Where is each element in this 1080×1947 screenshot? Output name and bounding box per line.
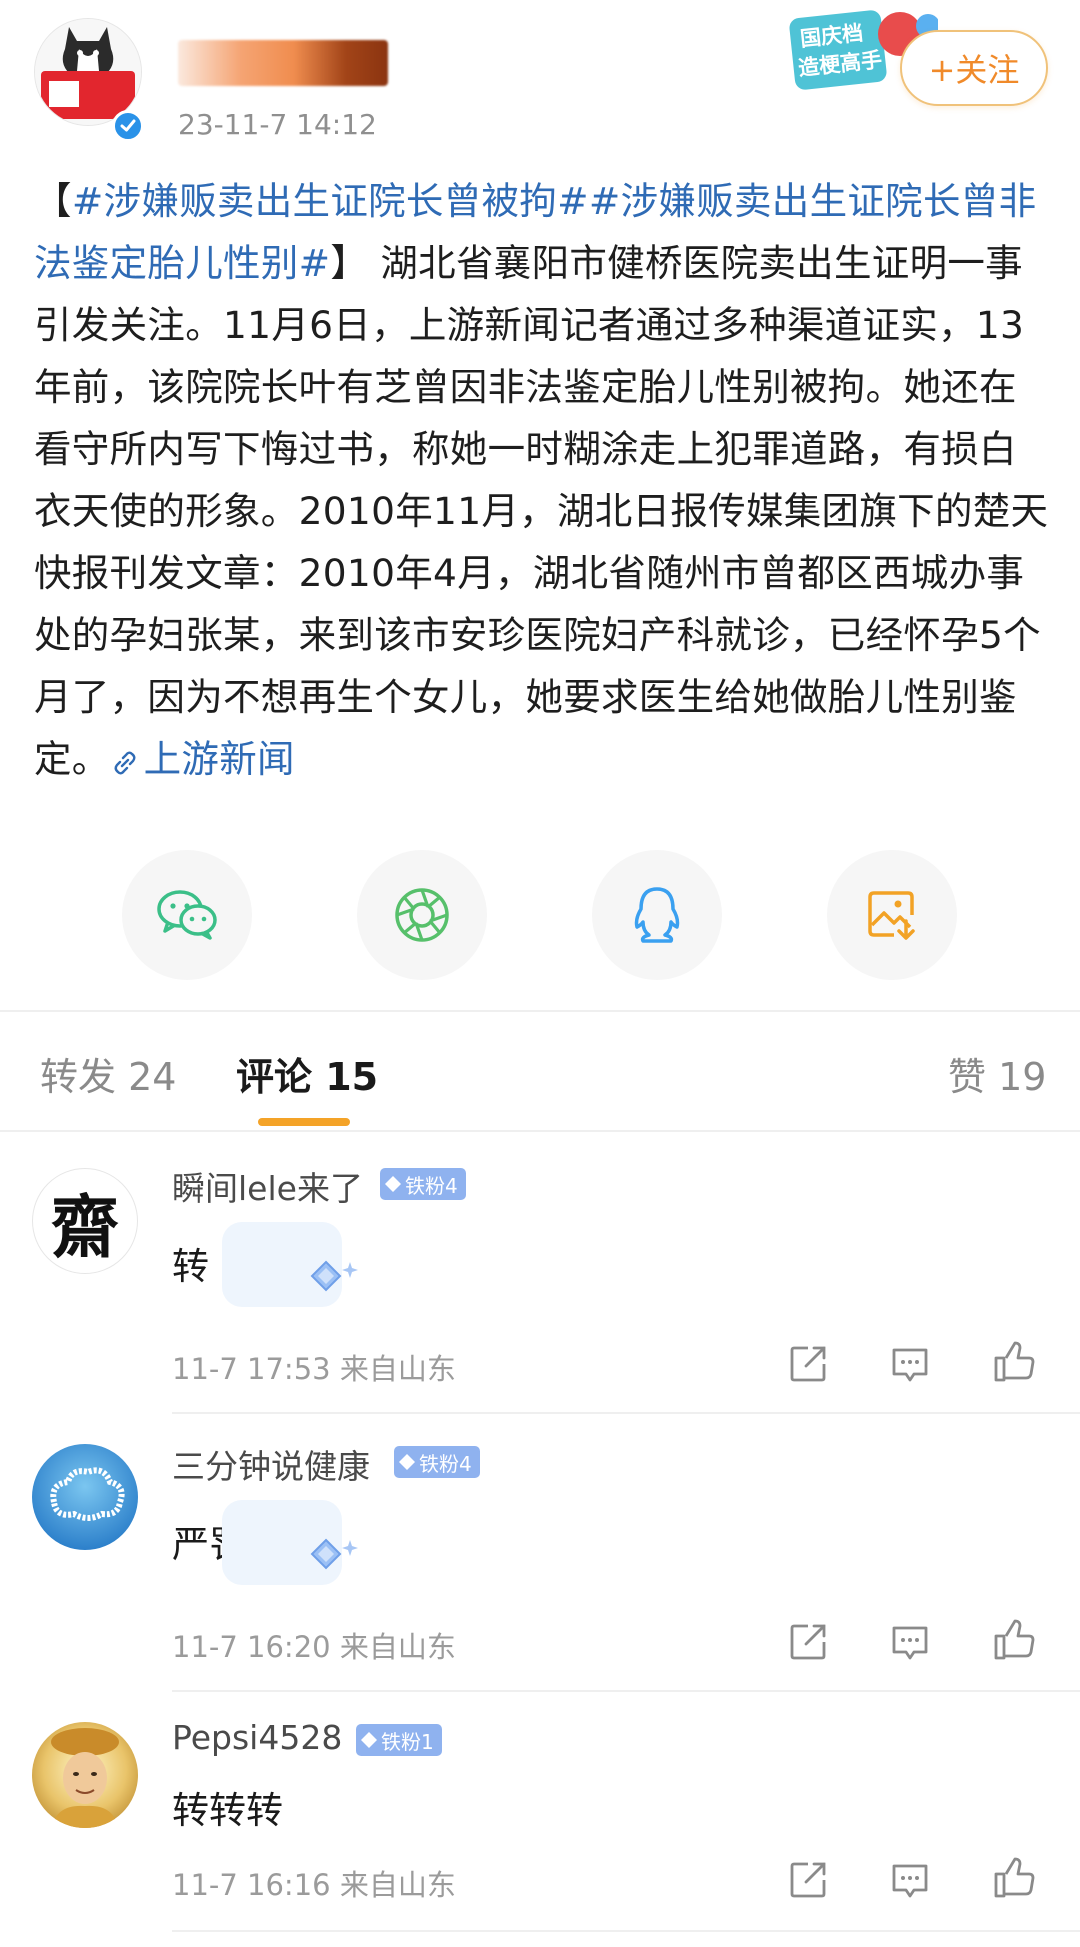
comment-meta: 11-7 16:20 来自山东 bbox=[172, 1624, 456, 1666]
share-moments-button[interactable] bbox=[357, 850, 487, 980]
source-link-label: 上游新闻 bbox=[143, 737, 295, 781]
tab-comments[interactable]: 评论 15 bbox=[236, 1046, 378, 1101]
fan-sticker-decoration bbox=[222, 1222, 372, 1312]
reply-comment-button[interactable] bbox=[888, 1620, 932, 1664]
repost-comment-button[interactable] bbox=[786, 1342, 830, 1386]
post-text: 湖北省襄阳市健桥医院卖出生证明一事引发关注。11月6日，上游新闻记者通过多种渠道… bbox=[34, 241, 1049, 781]
post-content: 【#涉嫌贩卖出生证院长曾被拘##涉嫌贩卖出生证院长曾非法鉴定胎儿性别#】 湖北省… bbox=[34, 170, 1054, 790]
comment-time: 11-7 16:20 bbox=[172, 1630, 331, 1664]
fan-sticker-decoration bbox=[222, 1500, 372, 1590]
qq-icon bbox=[634, 887, 680, 943]
author-name-redacted[interactable] bbox=[178, 40, 388, 86]
avatar-calligraphy: 齋 bbox=[50, 1187, 119, 1268]
topic-link-1[interactable]: #涉嫌贩卖出生证院长曾被拘# bbox=[72, 179, 589, 223]
comment-time: 11-7 16:16 bbox=[172, 1868, 331, 1902]
comment-icon bbox=[892, 1864, 928, 1898]
comment-location: 来自山东 bbox=[339, 1352, 456, 1386]
like-comment-button[interactable] bbox=[992, 1340, 1036, 1384]
post-time: 23-11-7 14:12 bbox=[178, 108, 377, 141]
fan-badge: 铁粉4 bbox=[380, 1168, 466, 1200]
comment-time: 11-7 17:53 bbox=[172, 1352, 331, 1386]
share-wechat-button[interactable] bbox=[122, 850, 252, 980]
source-link[interactable]: 上游新闻 bbox=[110, 737, 295, 781]
divider bbox=[0, 1010, 1080, 1012]
like-comment-button[interactable] bbox=[992, 1618, 1036, 1662]
repost-comment-button[interactable] bbox=[786, 1620, 830, 1664]
diamond-icon bbox=[399, 1454, 415, 1470]
comment-avatar[interactable] bbox=[32, 1722, 138, 1828]
diamond-icon bbox=[361, 1732, 377, 1748]
comment-meta: 11-7 17:53 来自山东 bbox=[172, 1346, 456, 1388]
divider bbox=[0, 1130, 1080, 1132]
tab-likes[interactable]: 赞 19 bbox=[948, 1046, 1046, 1101]
fan-badge-label: 铁粉1 bbox=[381, 1729, 434, 1754]
tab-indicator bbox=[258, 1118, 350, 1126]
thumbs-up-icon bbox=[994, 1619, 1035, 1660]
comment-icon bbox=[892, 1348, 928, 1382]
share-qq-button[interactable] bbox=[592, 850, 722, 980]
bracket-open: 【 bbox=[34, 179, 72, 223]
save-image-icon bbox=[868, 891, 915, 940]
comment-location: 来自山东 bbox=[339, 1868, 456, 1902]
divider bbox=[172, 1930, 1080, 1932]
comment-text: 转转转 bbox=[172, 1789, 283, 1832]
diamond-icon bbox=[385, 1176, 401, 1192]
comment-icon bbox=[892, 1626, 928, 1660]
comment-username[interactable]: 三分钟说健康 bbox=[172, 1440, 370, 1488]
comment-avatar[interactable]: 齋 bbox=[32, 1168, 138, 1274]
reply-comment-button[interactable] bbox=[888, 1858, 932, 1902]
divider bbox=[172, 1412, 1080, 1414]
comment-username[interactable]: Pepsi4528 bbox=[172, 1718, 342, 1757]
reply-comment-button[interactable] bbox=[888, 1342, 932, 1386]
fan-badge-label: 铁粉4 bbox=[419, 1451, 472, 1476]
follow-button[interactable]: +关注 bbox=[900, 30, 1048, 106]
comment-text: 转 bbox=[172, 1245, 209, 1288]
save-image-button[interactable] bbox=[827, 850, 957, 980]
verified-icon bbox=[112, 110, 144, 142]
link-icon bbox=[114, 751, 136, 775]
like-comment-button[interactable] bbox=[992, 1856, 1036, 1900]
thumbs-up-icon bbox=[994, 1341, 1035, 1382]
thumbs-up-icon bbox=[994, 1857, 1035, 1898]
comment-location: 来自山东 bbox=[339, 1630, 456, 1664]
divider bbox=[172, 1690, 1080, 1692]
fan-badge-label: 铁粉4 bbox=[405, 1173, 458, 1198]
wechat-icon bbox=[157, 890, 217, 940]
tab-reposts[interactable]: 转发 24 bbox=[40, 1046, 176, 1101]
comment-meta: 11-7 16:16 来自山东 bbox=[172, 1862, 456, 1904]
moments-icon bbox=[395, 888, 449, 942]
share-out-icon bbox=[790, 1346, 826, 1382]
fan-badge: 铁粉4 bbox=[394, 1446, 480, 1478]
share-out-icon bbox=[790, 1862, 826, 1898]
repost-comment-button[interactable] bbox=[786, 1858, 830, 1902]
fan-badge: 铁粉1 bbox=[356, 1724, 442, 1756]
share-out-icon bbox=[790, 1624, 826, 1660]
comment-avatar[interactable] bbox=[32, 1444, 138, 1550]
bracket-close: 】 bbox=[330, 241, 369, 285]
comment-username[interactable]: 瞬间lele来了 bbox=[172, 1162, 363, 1210]
